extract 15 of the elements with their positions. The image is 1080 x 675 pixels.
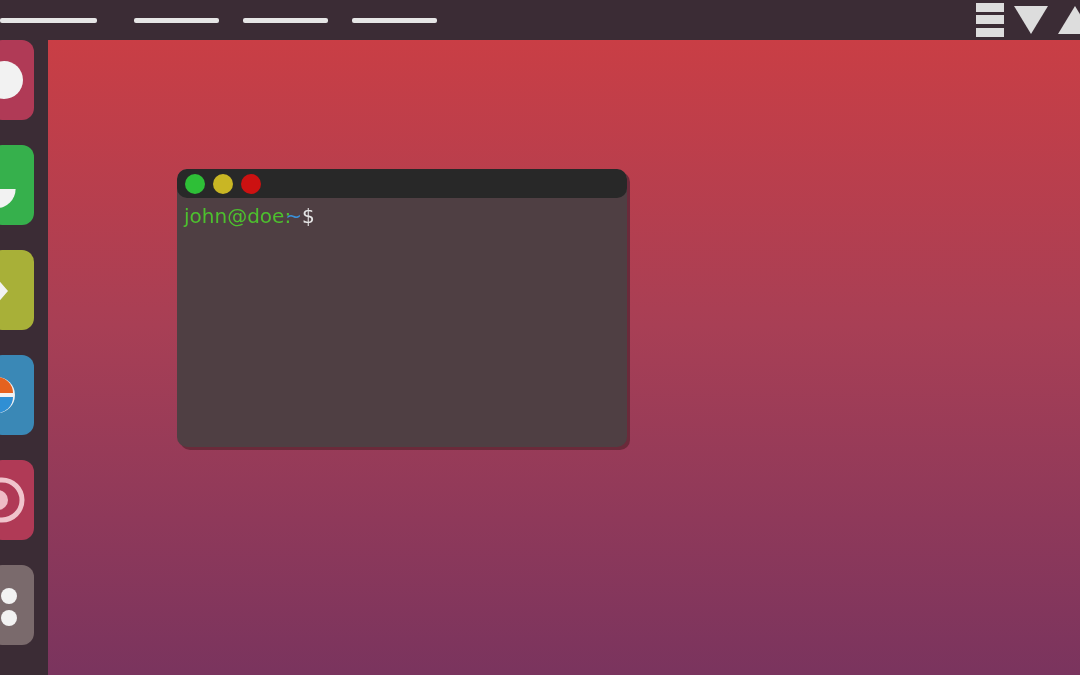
menu-bar-item[interactable] <box>243 17 328 23</box>
prompt-symbol: $ <box>301 204 315 228</box>
app-launcher-icon[interactable] <box>0 40 34 120</box>
app-launcher-icon[interactable] <box>0 355 34 435</box>
app-launcher-icon[interactable] <box>0 250 34 330</box>
app-launcher-icon[interactable] <box>0 565 34 645</box>
menu-icon[interactable] <box>976 2 1004 38</box>
app-launcher-icon[interactable] <box>0 145 34 225</box>
window-control-button[interactable] <box>185 173 205 194</box>
menu-bar-item[interactable] <box>134 17 219 23</box>
window-control-button[interactable] <box>213 173 233 194</box>
app-launcher-icon[interactable] <box>0 460 34 540</box>
menu-bar-item[interactable] <box>352 17 437 23</box>
menu-bar-item[interactable] <box>0 17 97 23</box>
down-triangle-icon[interactable] <box>1014 6 1048 34</box>
